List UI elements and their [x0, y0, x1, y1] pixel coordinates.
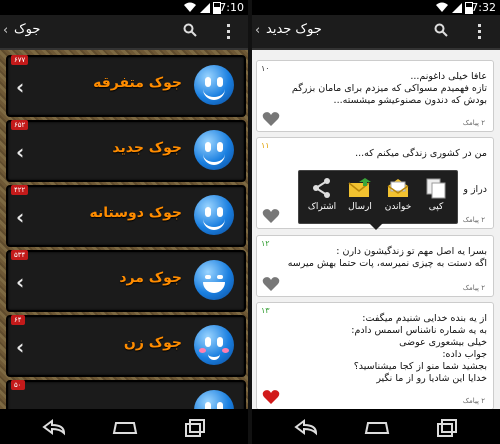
- sms-count: ۲ پیامک: [462, 284, 485, 292]
- copy-action[interactable]: کپی: [417, 175, 455, 219]
- laughing-smiley-icon: [194, 260, 234, 300]
- joke-card[interactable]: ۱۰ عافا خیلی داغونم... تازه فهمیدم مسواک…: [256, 60, 494, 132]
- list-item[interactable]: ۶۴ ‹ جوک زن: [6, 315, 246, 377]
- smiley-icon: [194, 195, 234, 235]
- screen-jokes: 7:32 ‹ جوک جدید ۱۰ عافا خیلی داغونم... ت…: [252, 0, 500, 444]
- screen-categories: 7:10 ‹ جوک ۶۷۷ ‹ جوک متفرقه ۶۵۲ ‹ جوک جد…: [0, 0, 248, 444]
- heart-icon[interactable]: [262, 276, 280, 292]
- chevron-left-icon: ‹: [16, 335, 25, 359]
- list-item[interactable]: ۶۵۲ ‹ جوک جدید: [6, 120, 246, 182]
- count-badge: ۵۰: [11, 380, 25, 390]
- joke-number: ۱۰: [261, 64, 270, 73]
- status-bar: 7:32: [252, 0, 500, 15]
- joke-number: ۱۱: [261, 141, 270, 150]
- signal-icon: [200, 3, 210, 13]
- send-mail-icon: [348, 178, 371, 197]
- category-label: جوک دوستانه: [89, 205, 182, 221]
- action-bar: ‹ جوک: [0, 15, 248, 50]
- recent-apps-icon[interactable]: [180, 417, 210, 437]
- count-badge: ۴۲۲: [11, 185, 29, 195]
- search-icon[interactable]: [183, 23, 197, 37]
- heart-icon[interactable]: [262, 208, 280, 224]
- category-label: جوک مرد: [119, 270, 182, 286]
- copy-icon: [426, 178, 446, 199]
- joke-list: ۱۰ عافا خیلی داغونم... تازه فهمیدم مسواک…: [252, 50, 500, 410]
- back-icon[interactable]: [292, 417, 322, 437]
- list-item[interactable]: ۴۲۲ ‹ جوک دوستانه: [6, 185, 246, 247]
- share-action[interactable]: اشتراک: [303, 175, 341, 219]
- send-action[interactable]: ارسال: [341, 175, 379, 219]
- overflow-menu-icon[interactable]: [227, 24, 231, 40]
- heart-icon[interactable]: [262, 389, 280, 405]
- smiley-icon: [194, 65, 234, 105]
- sms-count: ۲ پیامک: [462, 216, 485, 224]
- status-bar: 7:10: [0, 0, 248, 15]
- chevron-left-icon: ‹: [16, 205, 25, 229]
- action-bar: ‹ جوک جدید: [252, 15, 500, 50]
- heart-icon[interactable]: [262, 111, 280, 127]
- category-label: جوک متفرقه: [93, 75, 182, 91]
- signal-icon: [452, 3, 462, 13]
- home-icon[interactable]: [110, 417, 140, 437]
- joke-card[interactable]: ۱۳ از یه بنده خدایی شنیدم میگفت: به یه ش…: [256, 302, 494, 410]
- up-caret-icon[interactable]: ‹: [3, 23, 8, 38]
- share-icon: [313, 178, 330, 198]
- count-badge: ۶۷۷: [11, 55, 29, 65]
- smiley-icon: [194, 130, 234, 170]
- chevron-left-icon: ‹: [16, 270, 25, 294]
- chevron-left-icon: ‹: [16, 75, 25, 99]
- list-item[interactable]: ۵۳۴ ‹ جوک مرد: [6, 250, 246, 312]
- share-label: اشتراک: [307, 202, 337, 212]
- read-mail-icon: [387, 179, 409, 197]
- category-label: جوک زن: [123, 335, 182, 351]
- context-popup: اشتراک ارسال خواندن کپی: [298, 170, 458, 230]
- status-time: 7:10: [219, 1, 244, 14]
- joke-number: ۱۲: [261, 239, 270, 248]
- status-time: 7:32: [471, 1, 496, 14]
- back-icon[interactable]: [40, 417, 70, 437]
- joke-number: ۱۳: [261, 306, 270, 315]
- sms-count: ۲ پیامک: [462, 397, 485, 405]
- count-badge: ۶۴: [11, 315, 25, 325]
- copy-label: کپی: [428, 202, 444, 212]
- joke-text: بسرا یه اصل مهم تو زندگیشون دارن : اگه د…: [287, 246, 487, 269]
- sms-count: ۲ پیامک: [462, 119, 485, 127]
- category-label: جوک جدید: [112, 140, 182, 156]
- joke-text: از یه بنده خدایی شنیدم میگفت: به یه شمار…: [351, 313, 487, 384]
- popup-pointer: [369, 223, 383, 230]
- navigation-bar: [252, 409, 500, 444]
- count-badge: ۵۳۴: [11, 250, 29, 260]
- up-caret-icon[interactable]: ‹: [255, 23, 260, 38]
- category-list: ۶۷۷ ‹ جوک متفرقه ۶۵۲ ‹ جوک جدید ۴۲۲ ‹ جو…: [0, 50, 248, 442]
- list-item[interactable]: ۶۷۷ ‹ جوک متفرقه: [6, 55, 246, 117]
- send-label: ارسال: [348, 202, 372, 212]
- read-action[interactable]: خواندن: [379, 175, 417, 219]
- navigation-bar: [0, 409, 248, 444]
- home-icon[interactable]: [362, 417, 392, 437]
- page-title[interactable]: جوک جدید: [266, 22, 322, 37]
- wifi-icon: [184, 2, 196, 12]
- joke-card[interactable]: ۱۲ بسرا یه اصل مهم تو زندگیشون دارن : اگ…: [256, 235, 494, 297]
- joke-text: عافا خیلی داغونم... تازه فهمیدم مسواکی ک…: [291, 71, 487, 106]
- search-icon[interactable]: [434, 23, 448, 37]
- wifi-icon: [436, 2, 448, 12]
- chevron-left-icon: ‹: [16, 140, 25, 164]
- read-label: خواندن: [384, 202, 412, 212]
- overflow-menu-icon[interactable]: [478, 24, 482, 40]
- recent-apps-icon[interactable]: [432, 417, 462, 437]
- page-title[interactable]: جوک: [14, 22, 40, 37]
- blushing-smiley-icon: [194, 325, 234, 365]
- count-badge: ۶۵۲: [11, 120, 29, 130]
